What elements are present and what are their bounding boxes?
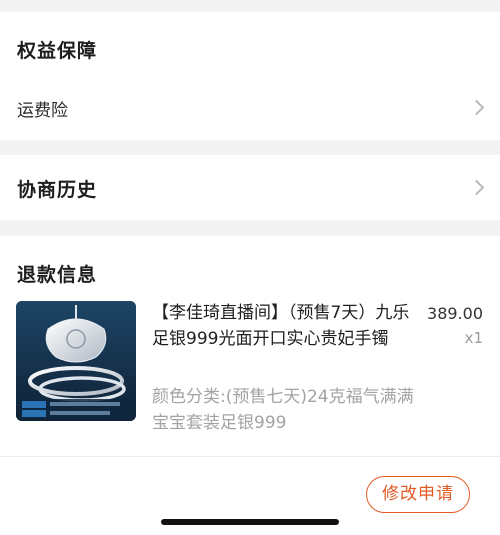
- divider: [0, 456, 500, 457]
- modify-request-button[interactable]: 修改申请: [366, 476, 470, 513]
- negotiation-history-row[interactable]: 协商历史: [0, 155, 500, 220]
- product-thumbnail[interactable]: [16, 301, 136, 421]
- refund-info-title: 退款信息: [17, 264, 98, 286]
- chevron-right-icon: [468, 179, 485, 196]
- product-variant: 颜色分类:(预售七天)24克福气满满宝宝套装足银999: [152, 387, 414, 433]
- product-quantity: x1: [464, 329, 483, 347]
- negotiation-history-title: 协商历史: [17, 179, 98, 201]
- bracelet-image-icon: [16, 301, 136, 421]
- refund-info-card: 退款信息 【李佳琦直播间】（预售7天）九乐足银999光面开口实心贵妃手镯 389…: [0, 236, 500, 535]
- product-title[interactable]: 【李佳琦直播间】（预售7天）九乐足银999光面开口实心贵妃手镯: [152, 300, 414, 352]
- shipping-insurance-row[interactable]: 运费险: [0, 82, 500, 132]
- benefits-title: 权益保障: [17, 40, 98, 62]
- shipping-insurance-label: 运费险: [17, 101, 68, 121]
- benefits-card: 权益保障 运费险: [0, 12, 500, 140]
- product-price: 389.00: [427, 304, 483, 323]
- chevron-right-icon: [468, 99, 485, 116]
- home-indicator[interactable]: [161, 519, 339, 525]
